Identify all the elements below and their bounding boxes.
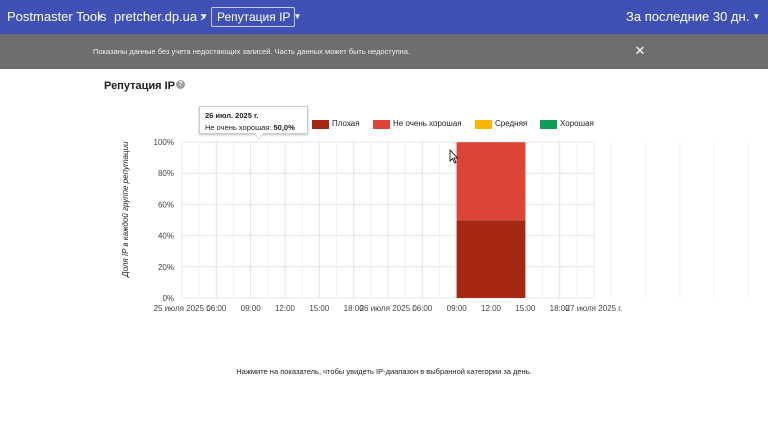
tooltip-value: 50,0% (273, 123, 295, 132)
y-tick-label: 100% (154, 138, 174, 147)
x-tick-label: 09:00 (241, 304, 262, 313)
tooltip-date: 26 июл. 2025 г. (205, 111, 259, 120)
chart-tooltip: 26 июл. 2025 г. Не очень хорошая: 50,0% (199, 106, 308, 134)
x-tick-label: 12:00 (275, 304, 296, 313)
x-tick-label: 25 июля 2025 г. (154, 304, 211, 313)
y-tick-label: 0% (162, 294, 174, 303)
area-series-1 (456, 142, 526, 220)
footer-hint: Нажмите на показатель, чтобы увидеть IP-… (236, 367, 532, 376)
y-tick-label: 80% (158, 169, 174, 178)
tooltip-tail-inner (255, 133, 263, 139)
area-series-0 (456, 220, 526, 298)
reputation-chart: 0%20%40%60%80%100%25 июля 2025 г.06:00 09… (154, 138, 749, 313)
x-tick-label: 26 июля 2025 г. (360, 304, 417, 313)
y-tick-label: 20% (158, 263, 174, 272)
x-tick-label: 15:00 (309, 304, 330, 313)
y-tick-label: 60% (158, 200, 174, 209)
x-tick-label: 15:00 (515, 304, 536, 313)
x-tick-label: 12:00 (481, 304, 502, 313)
x-tick-label: 06:00 (206, 304, 227, 313)
x-tick-label: 27 июля 2025 г. (566, 304, 623, 313)
x-tick-label: 06:00 (412, 304, 433, 313)
x-tick-label: 09:00 (447, 304, 468, 313)
y-tick-label: 40% (158, 232, 174, 241)
tooltip-value-row: Не очень хорошая: 50,0% (205, 123, 302, 132)
tooltip-label: Не очень хорошая: (205, 123, 272, 132)
